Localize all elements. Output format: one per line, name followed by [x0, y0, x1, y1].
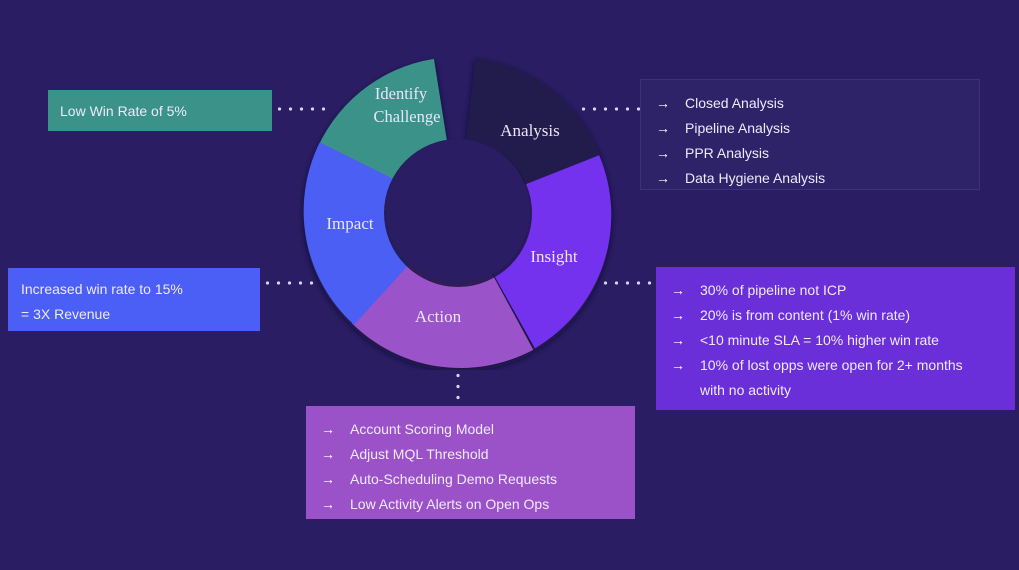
list-item[interactable]: → Closed Analysis — [641, 91, 979, 116]
list-item[interactable]: → Adjust MQL Threshold — [306, 442, 635, 467]
list-item[interactable]: → 10% of lost opps were open for 2+ mont… — [656, 353, 1015, 378]
arrow-right-icon: → — [656, 145, 670, 161]
analysis-callout-box[interactable]: → Closed Analysis → Pipeline Analysis → … — [640, 79, 980, 190]
arrow-right-icon: → — [321, 421, 335, 437]
list-item-continuation-label: with no activity — [700, 382, 792, 398]
list-item[interactable]: → Low Activity Alerts on Open Ops — [306, 492, 635, 517]
segment-label-impact: Impact — [326, 214, 373, 233]
list-item-label: 30% of pipeline not ICP — [700, 282, 847, 298]
list-item-label: 20% is from content (1% win rate) — [700, 307, 911, 323]
list-item-label: Account Scoring Model — [350, 421, 494, 437]
arrow-right-icon: → — [321, 496, 335, 512]
list-item-continuation: with no activity — [656, 378, 1015, 403]
list-item-label: PPR Analysis — [685, 145, 770, 161]
diagram-canvas: Identify Challenge Analysis Insight Acti… — [0, 0, 1019, 570]
list-item[interactable]: → Account Scoring Model — [306, 417, 635, 442]
impact-line-2: = 3X Revenue — [21, 306, 111, 322]
list-item-label: 10% of lost opps were open for 2+ months — [700, 357, 963, 373]
arrow-right-icon: → — [656, 95, 670, 111]
list-item[interactable]: → Pipeline Analysis — [641, 116, 979, 141]
segment-label-action: Action — [415, 307, 462, 326]
challenge-text: Low Win Rate of 5% — [60, 102, 187, 119]
challenge-callout-box[interactable]: Low Win Rate of 5% — [48, 90, 272, 131]
process-cycle-donut: Identify Challenge Analysis Insight Acti… — [299, 52, 617, 370]
action-callout-box[interactable]: → Account Scoring Model → Adjust MQL Thr… — [306, 406, 635, 519]
segment-label-insight: Insight — [530, 247, 578, 266]
list-item[interactable]: → PPR Analysis — [641, 141, 979, 166]
action-list: → Account Scoring Model → Adjust MQL Thr… — [306, 406, 635, 517]
arrow-right-icon: → — [321, 471, 335, 487]
list-item[interactable]: → <10 minute SLA = 10% higher win rate — [656, 328, 1015, 353]
connector-action — [456, 370, 460, 406]
list-item[interactable]: → Data Hygiene Analysis — [641, 166, 979, 191]
list-item-label: Closed Analysis — [685, 95, 784, 111]
list-item[interactable]: → Auto-Scheduling Demo Requests — [306, 467, 635, 492]
arrow-right-icon: → — [656, 170, 670, 186]
impact-line-1: Increased win rate to 15% — [21, 281, 183, 297]
list-item[interactable]: → 30% of pipeline not ICP — [656, 278, 1015, 303]
segment-label-identify-line2: Challenge — [374, 107, 441, 126]
segment-label-identify-line1: Identify — [375, 84, 428, 103]
arrow-right-icon: → — [321, 446, 335, 462]
donut-center-fill — [386, 139, 530, 283]
impact-callout-box[interactable]: Increased win rate to 15% = 3X Revenue — [8, 268, 260, 331]
segment-label-analysis: Analysis — [500, 121, 560, 140]
insight-list: → 30% of pipeline not ICP → 20% is from … — [656, 267, 1015, 403]
list-item-label: Pipeline Analysis — [685, 120, 791, 136]
arrow-right-icon: → — [671, 332, 685, 348]
arrow-right-icon: → — [671, 357, 685, 373]
list-item-label: <10 minute SLA = 10% higher win rate — [700, 332, 939, 348]
analysis-list: → Closed Analysis → Pipeline Analysis → … — [641, 80, 979, 191]
list-item-label: Auto-Scheduling Demo Requests — [350, 471, 558, 487]
list-item-label: Data Hygiene Analysis — [685, 170, 826, 186]
list-item-label: Adjust MQL Threshold — [350, 446, 489, 462]
arrow-right-icon: → — [656, 120, 670, 136]
list-item[interactable]: → 20% is from content (1% win rate) — [656, 303, 1015, 328]
list-item-label: Low Activity Alerts on Open Ops — [350, 496, 550, 512]
arrow-right-icon: → — [671, 307, 685, 323]
insight-callout-box[interactable]: → 30% of pipeline not ICP → 20% is from … — [656, 267, 1015, 410]
arrow-right-icon: → — [671, 282, 685, 298]
